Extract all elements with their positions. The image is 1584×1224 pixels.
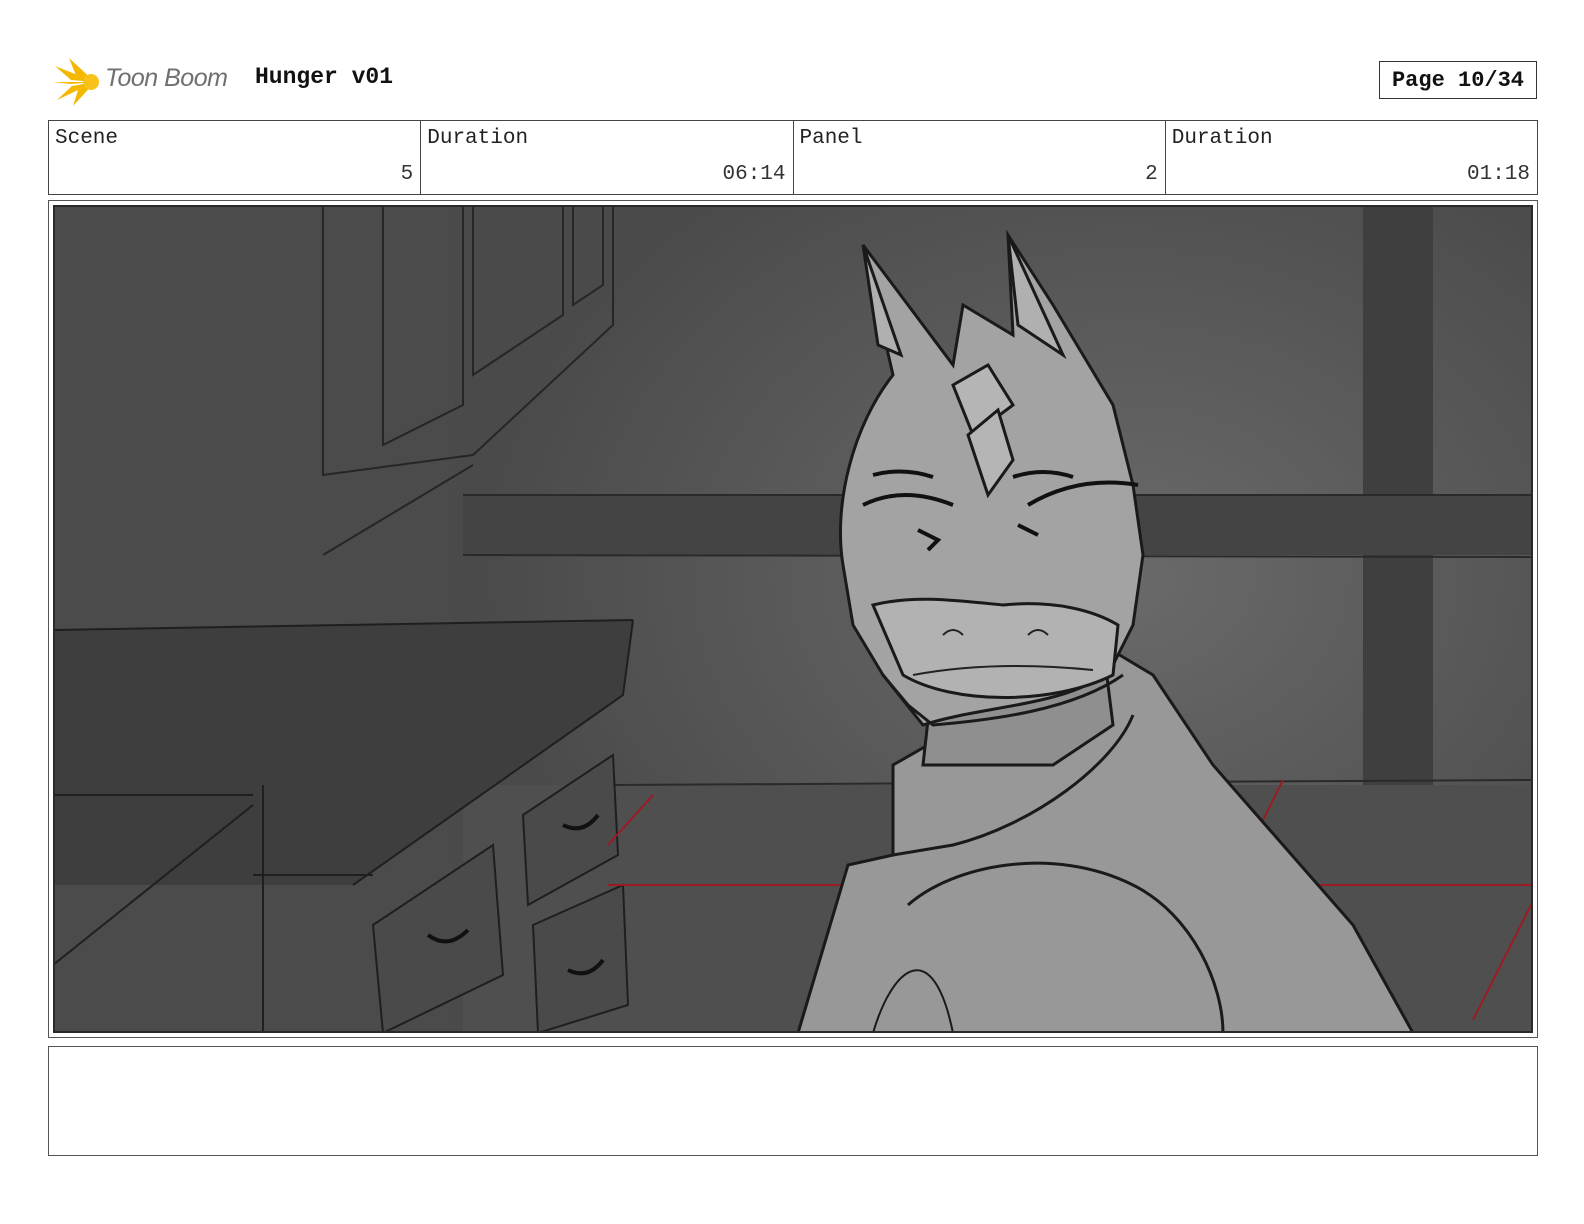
panel-duration-label: Duration	[1171, 127, 1273, 150]
panel-duration-cell: Duration 01:18	[1166, 121, 1537, 194]
scene-info-row: Scene 5 Duration 06:14 Panel 2 Duration …	[48, 120, 1538, 195]
scene-cell: Scene 5	[49, 121, 422, 194]
logo-text: Toon Boom	[105, 64, 228, 92]
storyboard-panel	[48, 200, 1538, 1038]
panel-duration-value: 01:18	[1466, 163, 1530, 186]
scene-label: Scene	[55, 127, 119, 150]
scene-value: 5	[400, 163, 414, 186]
panel-drawing	[53, 205, 1533, 1033]
panel-notes-box	[48, 1046, 1538, 1156]
panel-label: Panel	[799, 127, 863, 150]
scene-duration-label: Duration	[427, 127, 529, 150]
toon-boom-logo: Toon Boom	[51, 56, 241, 108]
starburst-icon	[53, 58, 99, 106]
scene-duration-cell: Duration 06:14	[421, 121, 794, 194]
scene-duration-value: 06:14	[722, 163, 786, 186]
project-title: Hunger v01	[255, 64, 394, 90]
page-indicator: Page 10/34	[1379, 61, 1537, 99]
panel-value: 2	[1145, 163, 1158, 186]
panel-cell: Panel 2	[794, 121, 1166, 194]
